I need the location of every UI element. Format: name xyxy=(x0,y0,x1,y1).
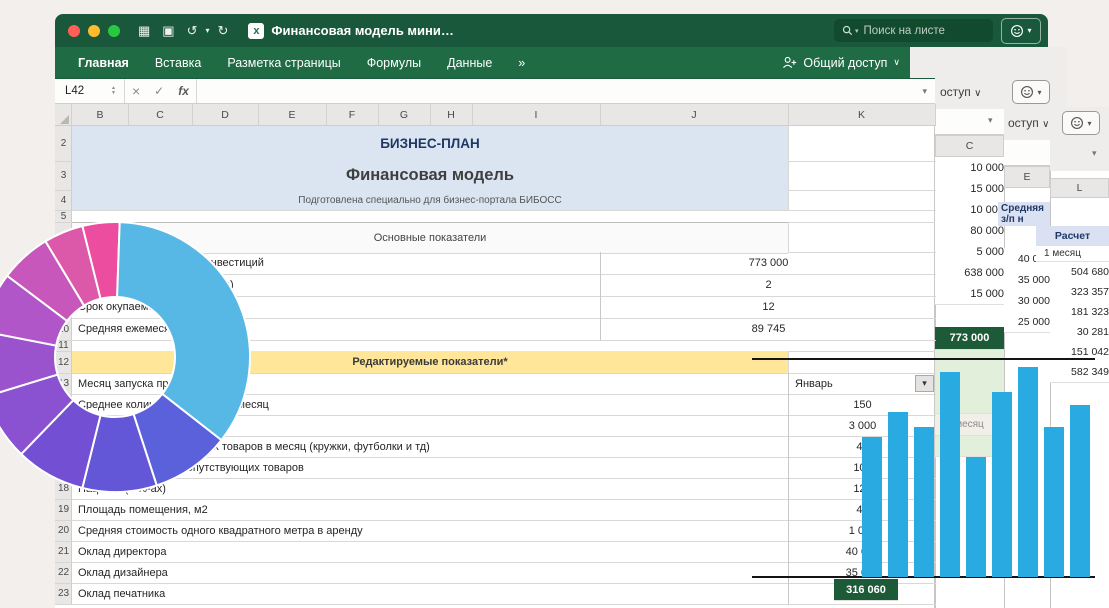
row-label[interactable]: Среднее количество заказов в месяц xyxy=(72,394,794,416)
row-value[interactable]: 3 000 xyxy=(788,415,936,437)
row-label[interactable]: Оклад директора xyxy=(72,541,794,563)
row-label[interactable]: Оклад печатника xyxy=(72,583,794,605)
row-value[interactable]: 12 xyxy=(600,296,936,319)
month-dropdown-value[interactable]: Январь xyxy=(795,373,833,394)
row-label[interactable]: Месяц запуска продаж xyxy=(72,373,794,395)
row-value[interactable]: 1 000 xyxy=(788,520,936,542)
merged-band-row[interactable]: Основные показатели xyxy=(72,222,788,254)
row-label[interactable]: Объем первоначальных инвестиций xyxy=(72,252,606,275)
row-label[interactable]: Средняя стоимость одного квадратного мет… xyxy=(72,520,794,542)
screenshot-stage: оступ ∨ ▾ ▾ C 10 00015 00010 00080 0005 … xyxy=(0,0,1109,608)
row-label[interactable]: Срок окупаемости (месяцев) xyxy=(72,296,606,319)
merged-band-row[interactable]: Финансовая модель xyxy=(72,161,788,191)
row-label[interactable]: Площадь помещения, м2 xyxy=(72,499,794,521)
band-filler[interactable] xyxy=(788,222,936,253)
merged-band-row[interactable]: БИЗНЕС-ПЛАН xyxy=(72,126,788,162)
merged-band-row[interactable]: Подготовлена специально для бизнес-порта… xyxy=(72,190,788,211)
band-filler[interactable] xyxy=(788,161,936,191)
row-label[interactable]: Средняя ежемесячная прибыль xyxy=(72,318,606,341)
row-value[interactable]: 89 745 xyxy=(600,318,936,341)
row-value[interactable]: 120 xyxy=(788,478,936,500)
row-value[interactable]: 40 xyxy=(788,436,936,458)
merged-band-row[interactable]: Редактируемые показатели* xyxy=(72,351,788,374)
month-dropdown-button[interactable]: ▾ xyxy=(915,375,934,392)
band-filler[interactable] xyxy=(788,126,936,162)
row-label[interactable]: Средний чек с 1 заказа xyxy=(72,415,794,437)
row-label[interactable]: Точка безубыточности (месяц) xyxy=(72,274,606,297)
floating-total-cell[interactable]: 316 060 xyxy=(834,579,898,601)
excel-main-window: ▦ ▣ ↺ ▾ ↻ x Финансовая модель мини… ▾ По… xyxy=(0,0,1109,608)
row-label[interactable]: Количество сопутствующих товаров в месяц… xyxy=(72,436,794,458)
row-value[interactable]: 40 000 xyxy=(788,541,936,563)
row-label[interactable]: Оклад дизайнера xyxy=(72,562,794,584)
sheet-grid: БИЗНЕС-ПЛАНФинансовая модельПодготовлена… xyxy=(0,0,1109,608)
row-value[interactable]: 150 xyxy=(788,394,936,416)
row-value[interactable]: 2 xyxy=(600,274,936,297)
row-value[interactable]: 100 xyxy=(788,457,936,479)
row-value[interactable]: 773 000 xyxy=(600,252,936,275)
band-filler[interactable] xyxy=(788,190,936,211)
row-label[interactable]: Наценка (в %-ах) xyxy=(72,478,794,500)
row-value[interactable]: 40 xyxy=(788,499,936,521)
row-label[interactable]: Средняя стоимость сопутствующих товаров xyxy=(72,457,794,479)
row-value[interactable]: Январь ▾ xyxy=(788,373,936,395)
band-filler[interactable] xyxy=(788,351,936,374)
